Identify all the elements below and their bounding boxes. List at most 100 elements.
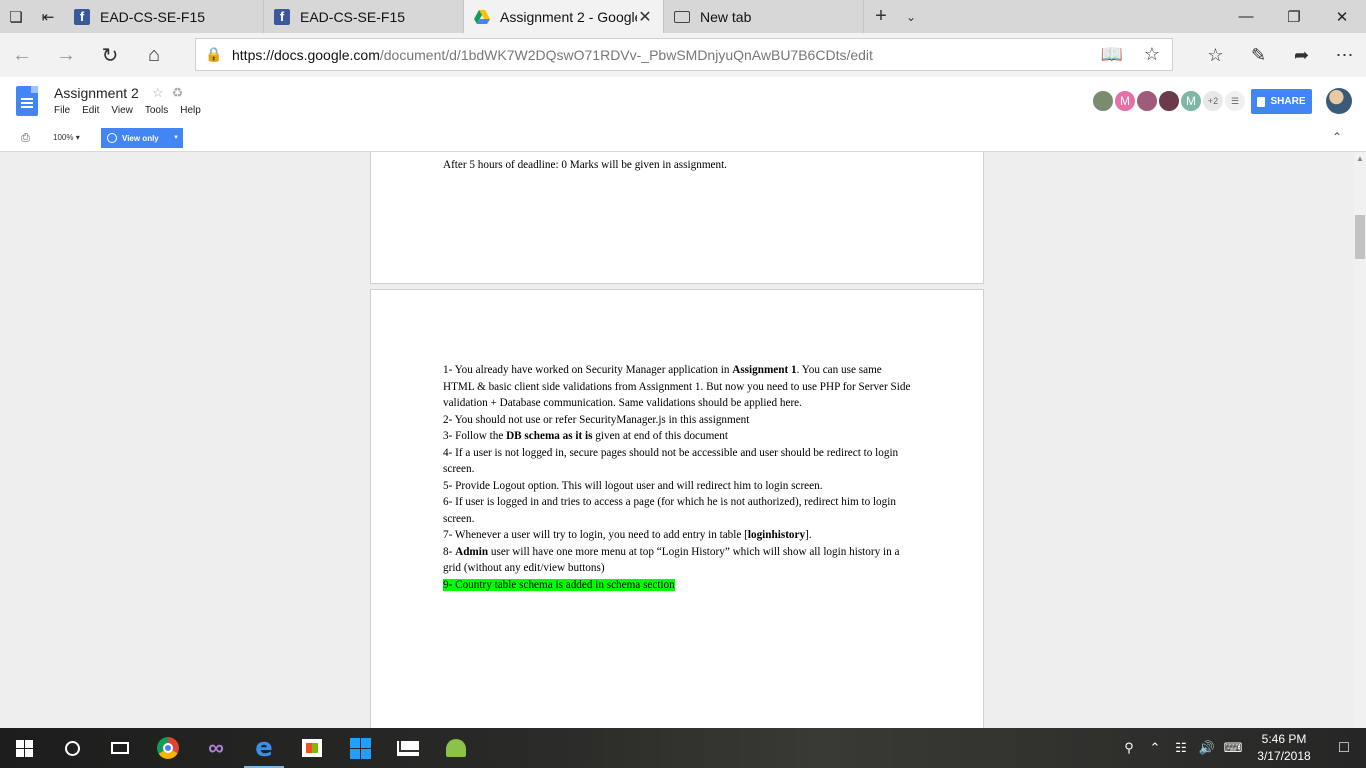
avatar[interactable]: M [1180,90,1202,112]
visual-studio-taskbar-button[interactable]: ∞ [192,728,240,768]
mode-select[interactable]: View only ▼ [101,128,183,148]
collaborator-avatars: M M +2 ☰ [1092,90,1246,112]
list-item: 5- Provide Logout option. This will logo… [443,479,823,492]
new-tab-icon [674,9,690,25]
chrome-icon [157,737,179,759]
list-item: 9- Country table schema is added in sche… [443,577,913,594]
mail-icon [397,740,419,756]
zoom-select[interactable]: 100% ▾ [53,133,80,142]
tab-title: New tab [700,8,752,25]
tab-title: Assignment 2 - Google [500,8,637,25]
reading-view-icon[interactable]: 📖 [1092,44,1132,65]
menu-bar: File Edit View Tools Help [54,105,213,116]
facebook-icon: f [74,8,90,25]
android-studio-taskbar-button[interactable] [432,728,480,768]
print-icon[interactable]: ⎙ [21,132,30,145]
visual-studio-icon: ∞ [208,735,224,760]
show-hidden-icons-icon[interactable]: ⌃ [1142,740,1168,756]
avatar[interactable] [1136,90,1158,112]
people-icon[interactable]: ⚲ [1116,740,1142,756]
windows-icon [15,739,33,757]
store-icon [302,739,322,757]
set-tabs-aside-icon[interactable]: ⇤ [32,0,64,33]
new-tab-button[interactable]: + [866,0,896,33]
docs-toolbar: ⎙ 100% ▾ View only ▼ ⌃ [0,125,1366,152]
menu-file[interactable]: File [54,105,70,116]
wifi-icon[interactable]: ☷ [1168,740,1194,756]
start-button[interactable] [0,728,48,768]
title-icons: ☆♻ [152,85,191,101]
lock-icon [1257,96,1266,107]
clock-time: 5:46 PM [1261,732,1307,746]
browser-tools: ☆ ✎ ➦ ⋯ [1194,33,1366,77]
address-bar[interactable]: 🔒 https://docs.google.com/document/d/1bd… [195,38,1173,71]
tab-ead-1[interactable]: f EAD-CS-SE-F15 [64,0,264,33]
avatar[interactable]: M [1114,90,1136,112]
document-title[interactable]: Assignment 2 [54,85,139,101]
google-drive-icon [474,9,490,25]
list-item: 3- Follow the DB schema as it is given a… [443,430,728,442]
more-icon[interactable]: ⋯ [1323,33,1366,77]
show-tab-previews-icon[interactable]: ⌄ [896,0,926,33]
comments-icon[interactable]: ☰ [1224,90,1246,112]
tab-manager-icon[interactable]: ❏ [0,0,32,33]
web-note-icon[interactable]: ✎ [1237,33,1280,77]
drive-folder-icon[interactable]: ♻ [172,85,192,100]
navigation-bar: ← → ↻ ⌂ 🔒 https://docs.google.com/docume… [0,33,1366,77]
clock[interactable]: 5:46 PM 3/17/2018 [1246,731,1322,765]
task-view-button[interactable] [96,728,144,768]
more-collaborators-badge[interactable]: +2 [1202,90,1224,112]
action-center-icon[interactable]: □ [1322,739,1366,757]
collapse-toolbar-icon[interactable]: ⌃ [1332,130,1342,144]
menu-tools[interactable]: Tools [145,105,168,116]
menu-edit[interactable]: Edit [82,105,99,116]
share-icon[interactable]: ➦ [1280,33,1323,77]
cortana-button[interactable] [48,728,96,768]
avatar[interactable] [1158,90,1180,112]
forward-icon[interactable]: → [44,33,88,77]
store-taskbar-button[interactable] [288,728,336,768]
vertical-scrollbar[interactable]: ▲ [1354,152,1366,728]
star-icon[interactable]: ☆ [152,85,172,100]
input-icon[interactable]: ⌨ [1220,740,1246,756]
facebook-icon: f [274,8,290,25]
account-avatar[interactable] [1326,88,1352,114]
mail-taskbar-button[interactable] [384,728,432,768]
scroll-up-icon[interactable]: ▲ [1356,154,1364,163]
windows-app-icon [349,737,371,759]
close-tab-icon[interactable]: ✕ [637,7,653,27]
tab-assignment-2[interactable]: Assignment 2 - Google ✕ [464,0,664,33]
cortana-icon [64,740,80,756]
favorites-hub-icon[interactable]: ☆ [1194,33,1237,77]
avatar[interactable] [1092,90,1114,112]
close-window-button[interactable]: ✕ [1318,0,1366,33]
windows-app-taskbar-button[interactable] [336,728,384,768]
clock-date: 3/17/2018 [1257,749,1311,763]
requirements-list: 1- You already have worked on Security M… [443,362,913,593]
tab-new-tab[interactable]: New tab [664,0,864,33]
scroll-thumb[interactable] [1355,215,1365,259]
document-page: 1- You already have worked on Security M… [370,289,984,728]
docs-header: Assignment 2 ☆♻ File Edit View Tools Hel… [0,77,1366,125]
list-item: 8- Admin user will have one more menu at… [443,545,900,575]
home-icon[interactable]: ⌂ [132,33,176,77]
menu-help[interactable]: Help [180,105,201,116]
favorite-star-icon[interactable]: ☆ [1132,44,1172,65]
list-item: 7- Whenever a user will try to login, yo… [443,529,812,541]
chevron-down-icon: ▼ [173,135,179,141]
minimize-button[interactable]: — [1222,0,1270,33]
list-item: 1- You already have worked on Security M… [443,364,911,409]
tab-ead-2[interactable]: f EAD-CS-SE-F15 [264,0,464,33]
edge-taskbar-button[interactable]: e [240,728,288,768]
volume-icon[interactable]: 🔊 [1194,740,1220,756]
restore-button[interactable]: ❐ [1270,0,1318,33]
share-label: SHARE [1270,96,1306,107]
eye-icon [107,133,117,143]
docs-logo-icon[interactable] [16,86,38,116]
menu-view[interactable]: View [111,105,133,116]
share-button[interactable]: SHARE [1251,89,1312,114]
chrome-taskbar-button[interactable] [144,728,192,768]
refresh-icon[interactable]: ↻ [88,33,132,77]
back-icon[interactable]: ← [0,33,44,77]
list-item: 4- If a user is not logged in, secure pa… [443,446,899,476]
